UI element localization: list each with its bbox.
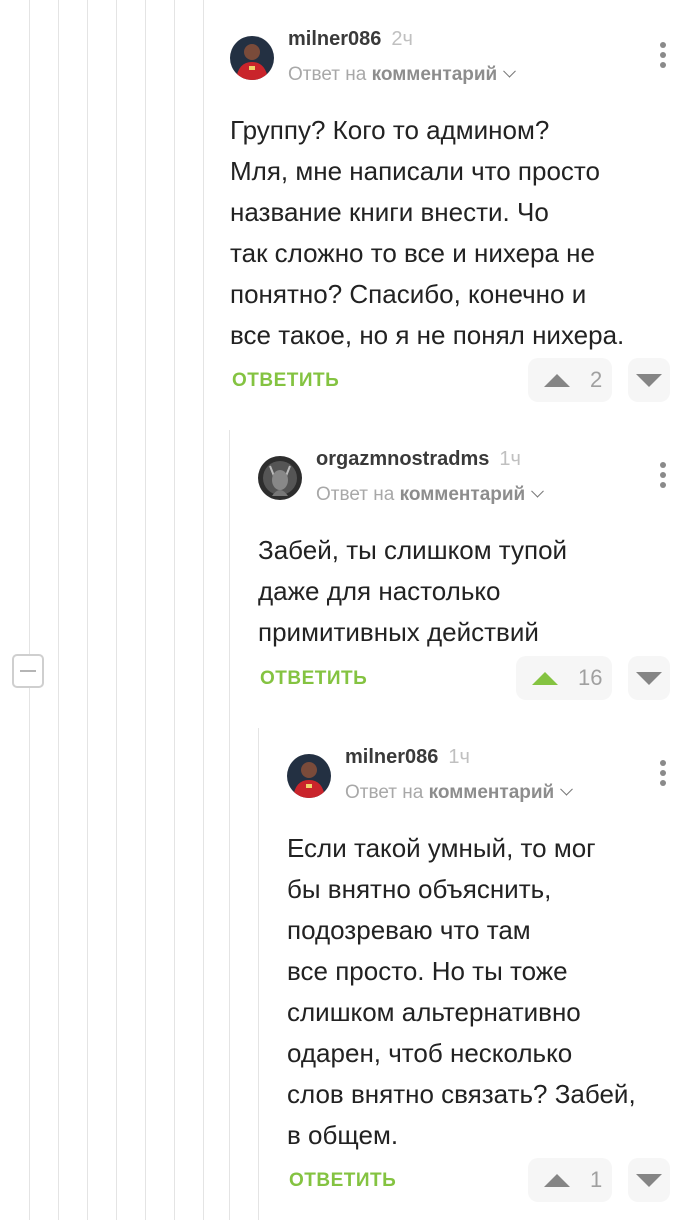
- triangle-down-icon: [636, 373, 662, 387]
- comment: orgazmnostradms 1ч Ответ на комментарий З…: [258, 420, 700, 720]
- thread-line: [58, 0, 59, 1220]
- avatar-image: [230, 36, 274, 80]
- reply-target: комментарий: [399, 484, 526, 505]
- chevron-down-icon: [560, 782, 574, 796]
- reply-prefix: Ответ на: [345, 782, 424, 803]
- reply-target: комментарий: [428, 782, 555, 803]
- reply-prefix: Ответ на: [288, 64, 367, 85]
- vote-count: 1: [590, 1167, 603, 1192]
- thread-line: [29, 0, 30, 1220]
- thread-line: [258, 728, 259, 1220]
- timestamp: 2ч: [391, 28, 413, 50]
- comment-text: Если такой умный, то мог бы внятно объяс…: [287, 833, 636, 1150]
- username[interactable]: orgazmnostradms 1ч: [316, 448, 521, 471]
- reply-button[interactable]: ОТВЕТИТЬ: [232, 370, 339, 392]
- comment-text: Группу? Кого то админом? Мля, мне написа…: [230, 115, 625, 350]
- dot-icon: [660, 42, 666, 48]
- minus-icon: [20, 670, 36, 672]
- username-text: milner086: [345, 746, 439, 768]
- chevron-down-icon: [503, 64, 517, 78]
- comment: milner086 2ч Ответ на комментарий Группу?…: [230, 0, 700, 420]
- username[interactable]: milner086 2ч: [288, 28, 413, 51]
- reply-to-link[interactable]: Ответ на комментарий: [345, 782, 574, 804]
- triangle-up-icon: [532, 671, 558, 685]
- reply-prefix: Ответ на: [316, 484, 395, 505]
- dot-icon: [660, 62, 666, 68]
- dot-icon: [660, 770, 666, 776]
- thread-line: [145, 0, 146, 1220]
- triangle-up-icon: [544, 1173, 570, 1187]
- triangle-down-icon: [636, 1173, 662, 1187]
- vote-count: 16: [578, 665, 603, 690]
- username[interactable]: milner086 1ч: [345, 746, 470, 769]
- avatar[interactable]: [258, 456, 302, 500]
- thread-line: [229, 430, 230, 1220]
- upvote-button[interactable]: 2: [528, 358, 612, 402]
- reply-button[interactable]: ОТВЕТИТЬ: [260, 668, 367, 690]
- triangle-up-icon: [544, 373, 570, 387]
- username-text: orgazmnostradms: [316, 448, 490, 470]
- thread-line: [87, 0, 88, 1220]
- upvote-button[interactable]: 16: [516, 656, 612, 700]
- avatar-image: [287, 754, 331, 798]
- username-text: milner086: [288, 28, 382, 50]
- thread-line: [174, 0, 175, 1220]
- timestamp: 1ч: [499, 448, 521, 470]
- dot-icon: [660, 52, 666, 58]
- more-options-button[interactable]: [660, 42, 666, 68]
- vote-count: 2: [590, 367, 603, 392]
- timestamp: 1ч: [448, 746, 470, 768]
- triangle-down-icon: [636, 671, 662, 685]
- dot-icon: [660, 462, 666, 468]
- dot-icon: [660, 780, 666, 786]
- avatar[interactable]: [287, 754, 331, 798]
- comment: milner086 1ч Ответ на комментарий Если та…: [287, 718, 700, 1220]
- reply-to-link[interactable]: Ответ на комментарий: [316, 484, 545, 506]
- dot-icon: [660, 760, 666, 766]
- more-options-button[interactable]: [660, 462, 666, 488]
- downvote-button[interactable]: [628, 1158, 670, 1202]
- reply-target: комментарий: [371, 64, 498, 85]
- more-options-button[interactable]: [660, 760, 666, 786]
- chevron-down-icon: [531, 484, 545, 498]
- thread-line: [203, 0, 204, 1220]
- downvote-button[interactable]: [628, 656, 670, 700]
- comment-text: Забей, ты слишком тупой даже для настоль…: [258, 535, 568, 647]
- dot-icon: [660, 472, 666, 478]
- downvote-button[interactable]: [628, 358, 670, 402]
- avatar-image: [258, 456, 302, 500]
- dot-icon: [660, 482, 666, 488]
- collapse-thread-button[interactable]: [12, 654, 44, 688]
- avatar[interactable]: [230, 36, 274, 80]
- reply-to-link[interactable]: Ответ на комментарий: [288, 64, 517, 86]
- thread-line: [116, 0, 117, 1220]
- upvote-button[interactable]: 1: [528, 1158, 612, 1202]
- reply-button[interactable]: ОТВЕТИТЬ: [289, 1170, 396, 1192]
